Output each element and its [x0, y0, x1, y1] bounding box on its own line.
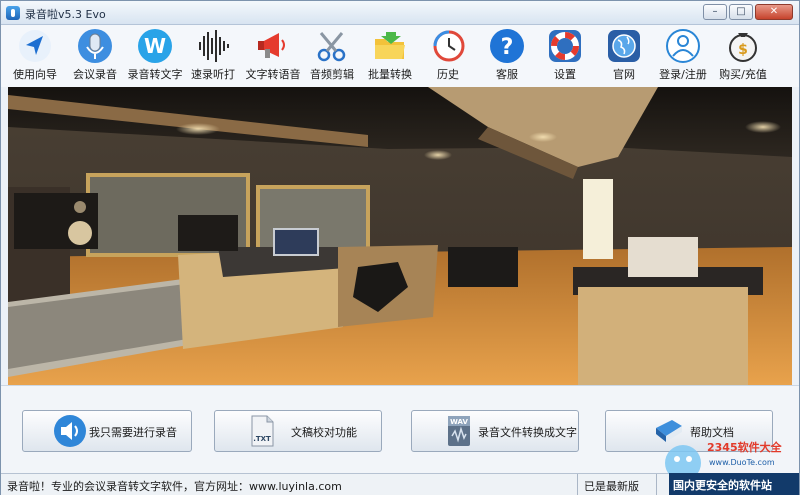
window-controls: – □ ✕ [703, 4, 793, 20]
tool-meeting-record[interactable]: 会议录音 [64, 27, 126, 85]
tool-label: 客服 [496, 68, 518, 81]
convert-recording-button[interactable]: WAV 录音文件转换成文字 [411, 410, 579, 452]
w-letter-icon: W [138, 29, 172, 63]
tool-text-to-speech[interactable]: 文字转语音 [242, 27, 304, 85]
recording-studio-illustration [8, 87, 792, 385]
speaker-icon [54, 415, 86, 447]
main-toolbar: 使用向导 会议录音 W 录音转文字 速录听打 文字转语音 音频剪辑 批量转换 历… [1, 25, 799, 87]
tool-label: 批量转换 [368, 68, 412, 81]
history-clock-icon [433, 30, 465, 62]
tool-support[interactable]: ? 客服 [476, 27, 538, 85]
tool-settings[interactable]: 设置 [534, 27, 596, 85]
tool-history[interactable]: 历史 [417, 27, 479, 85]
txt-document-icon: .TXT [251, 415, 274, 447]
money-bag-icon: $ [729, 33, 757, 62]
proofread-button[interactable]: .TXT 文稿校对功能 [214, 410, 382, 452]
tool-speech-to-text[interactable]: W 录音转文字 [124, 27, 186, 85]
action-label: 文稿校对功能 [291, 426, 357, 439]
close-button[interactable]: ✕ [755, 4, 793, 20]
watermark-slogan: 国内更安全的软件站 [669, 473, 799, 495]
svg-text:W: W [144, 34, 166, 58]
help-icon: ? [490, 29, 524, 63]
status-message: 录音啦！专业的会议录音转文字软件，官方网址：www.luyinla.com [7, 480, 342, 493]
update-status: 已是最新版本！ [577, 474, 657, 495]
watermark-url: www.DuoTe.com [709, 458, 775, 467]
microphone-icon [78, 29, 112, 63]
user-icon [666, 29, 700, 63]
tool-purchase[interactable]: $ 购买/充值 [712, 27, 774, 85]
txt-badge: .TXT [253, 435, 271, 443]
svg-text:$: $ [738, 42, 748, 58]
tool-label: 会议录音 [73, 68, 117, 81]
tool-stenography[interactable]: 速录听打 [182, 27, 244, 85]
tool-website[interactable]: 官网 [593, 27, 655, 85]
app-window: 录音啦v5.3 Evo – □ ✕ 使用向导 会议录音 W 录音转文字 速录听打… [0, 0, 800, 495]
maximize-button[interactable]: □ [729, 4, 753, 20]
tool-label: 官网 [613, 68, 635, 81]
globe-icon [608, 30, 640, 62]
record-only-button[interactable]: 我只需要进行录音 [22, 410, 192, 452]
action-label: 录音文件转换成文字 [478, 426, 577, 439]
tool-label: 录音转文字 [127, 68, 183, 81]
navigation-arrow-icon [19, 30, 51, 62]
tool-batch-convert[interactable]: 批量转换 [359, 27, 421, 85]
folder-icon [375, 32, 405, 59]
waveform-icon [199, 30, 229, 62]
tool-label: 设置 [554, 68, 576, 81]
tool-label: 使用向导 [13, 68, 57, 81]
tool-label: 速录听打 [191, 68, 235, 81]
studio-banner-image [8, 87, 792, 385]
tool-label: 历史 [437, 68, 459, 81]
window-title: 录音啦v5.3 Evo [25, 8, 106, 21]
wav-file-icon: WAV [448, 416, 470, 446]
megaphone-icon [258, 33, 285, 58]
scissors-icon [317, 32, 346, 62]
wav-badge: WAV [450, 418, 468, 426]
minimize-button[interactable]: – [703, 4, 727, 20]
tool-audio-edit[interactable]: 音频剪辑 [301, 27, 363, 85]
lifebuoy-settings-icon [549, 30, 581, 62]
tool-label: 登录/注册 [659, 68, 707, 81]
title-bar: 录音啦v5.3 Evo – □ ✕ [1, 1, 799, 25]
app-logo-icon [6, 6, 20, 20]
tool-label: 文字转语音 [245, 68, 301, 81]
tool-login[interactable]: 登录/注册 [652, 27, 714, 85]
action-label: 我只需要进行录音 [89, 426, 177, 439]
tool-label: 购买/充值 [719, 68, 767, 81]
tool-label: 音频剪辑 [310, 68, 354, 81]
tool-guide[interactable]: 使用向导 [4, 27, 66, 85]
watermark-brand: 2345软件大全 [707, 440, 783, 454]
svg-text:?: ? [501, 35, 514, 60]
